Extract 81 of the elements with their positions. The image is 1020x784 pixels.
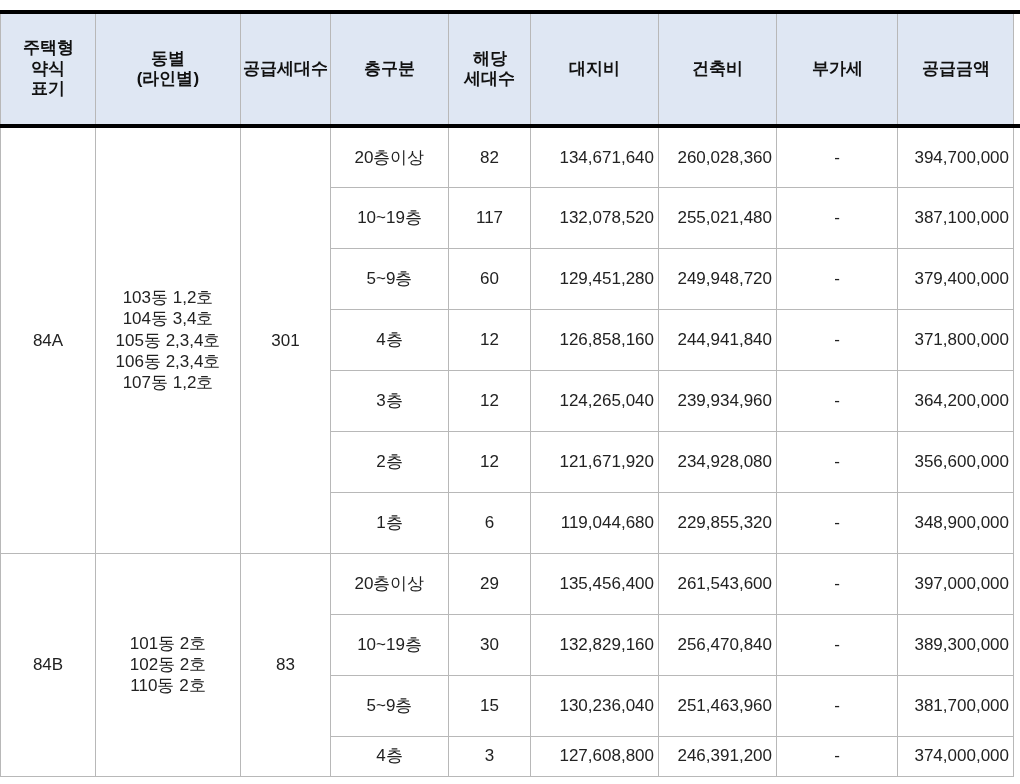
table-cell: -: [776, 736, 898, 776]
table-cell: 117: [448, 187, 531, 248]
table-cell: 3층: [330, 370, 449, 431]
table-cell: 10~19층: [330, 187, 449, 248]
table-cell: 129,451,280: [530, 248, 659, 309]
table-cell: 101동 2호 102동 2호 110동 2호: [95, 553, 241, 776]
table-cell: 239,934,960: [658, 370, 777, 431]
table-cell: 371,800,000: [897, 309, 1014, 370]
table-header-cell: 주택형 약식 표기: [0, 12, 96, 126]
table-cell: 121,671,920: [530, 431, 659, 492]
table-cell: 134,671,640: [530, 126, 659, 187]
table-cell: 84A: [0, 126, 96, 553]
table-cell: 130,236,040: [530, 675, 659, 736]
table-cell: 12: [448, 370, 531, 431]
table-cell: 103동 1,2호 104동 3,4호 105동 2,3,4호 106동 2,3,4호 107동 1,2호: [95, 126, 241, 553]
table-cell: 4층: [330, 309, 449, 370]
table-cell: 234,928,080: [658, 431, 777, 492]
table-cell: 83: [240, 553, 331, 776]
table-cell: 29: [448, 553, 531, 614]
table-cell: -: [776, 309, 898, 370]
table-cell: 119,044,680: [530, 492, 659, 553]
table-cell: 5~9층: [330, 675, 449, 736]
table-cell: 126,858,160: [530, 309, 659, 370]
table-cell: 84B: [0, 553, 96, 776]
table-cell: 5~9층: [330, 248, 449, 309]
table-cell: 10~19층: [330, 614, 449, 675]
table-cell: 4층: [330, 736, 449, 776]
table-cell: 12: [448, 431, 531, 492]
table-header-cell: 대지비: [530, 12, 659, 126]
table-cell: -: [776, 553, 898, 614]
table-header-cell: 공급금액: [897, 12, 1014, 126]
table-cell: -: [776, 431, 898, 492]
table-cell: 132,078,520: [530, 187, 659, 248]
table-header-cell: 공급세대수: [240, 12, 331, 126]
table-cell: 261,543,600: [658, 553, 777, 614]
table-cell: 379,400,000: [897, 248, 1014, 309]
table-cell: 2층: [330, 431, 449, 492]
table-cell: 15: [448, 675, 531, 736]
table-cell: -: [776, 370, 898, 431]
table-header-cell: 건축비: [658, 12, 777, 126]
table-cell: 127,608,800: [530, 736, 659, 776]
table-cell: 82: [448, 126, 531, 187]
table-cell: 20층이상: [330, 126, 449, 187]
table-cell: 389,300,000: [897, 614, 1014, 675]
table-cell: -: [776, 614, 898, 675]
table-cell: 1층: [330, 492, 449, 553]
table-cell: 255,021,480: [658, 187, 777, 248]
table-cell: 60: [448, 248, 531, 309]
table-cell: 246,391,200: [658, 736, 777, 776]
table-cell: 20층이상: [330, 553, 449, 614]
table-cell: 124,265,040: [530, 370, 659, 431]
table-cell: -: [776, 675, 898, 736]
table-cell: -: [776, 187, 898, 248]
table-cell: 30: [448, 614, 531, 675]
table-cell: 387,100,000: [897, 187, 1014, 248]
table-cell: 381,700,000: [897, 675, 1014, 736]
table-cell: 256,470,840: [658, 614, 777, 675]
table-cell: 229,855,320: [658, 492, 777, 553]
table-cell: 12: [448, 309, 531, 370]
table-cell: 249,948,720: [658, 248, 777, 309]
table-cell: 135,456,400: [530, 553, 659, 614]
table-cell: 348,900,000: [897, 492, 1014, 553]
table-cell: 244,941,840: [658, 309, 777, 370]
table-cell: 364,200,000: [897, 370, 1014, 431]
table-cell: 3: [448, 736, 531, 776]
table-cell: 397,000,000: [897, 553, 1014, 614]
table-cell: -: [776, 126, 898, 187]
table-cell: 356,600,000: [897, 431, 1014, 492]
table-cell: 374,000,000: [897, 736, 1014, 776]
table-cell: 251,463,960: [658, 675, 777, 736]
table-header-cell: 부가세: [776, 12, 898, 126]
table-header-cell: 동별 (라인별): [95, 12, 241, 126]
table-cell: -: [776, 492, 898, 553]
table-cell: 6: [448, 492, 531, 553]
table-cell: -: [776, 248, 898, 309]
table-cell: 260,028,360: [658, 126, 777, 187]
table-cell: 394,700,000: [897, 126, 1014, 187]
table-header-cell: 해당 세대수: [448, 12, 531, 126]
table-cell: 132,829,160: [530, 614, 659, 675]
table-cell: 301: [240, 126, 331, 553]
table-header-cell: 층구분: [330, 12, 449, 126]
